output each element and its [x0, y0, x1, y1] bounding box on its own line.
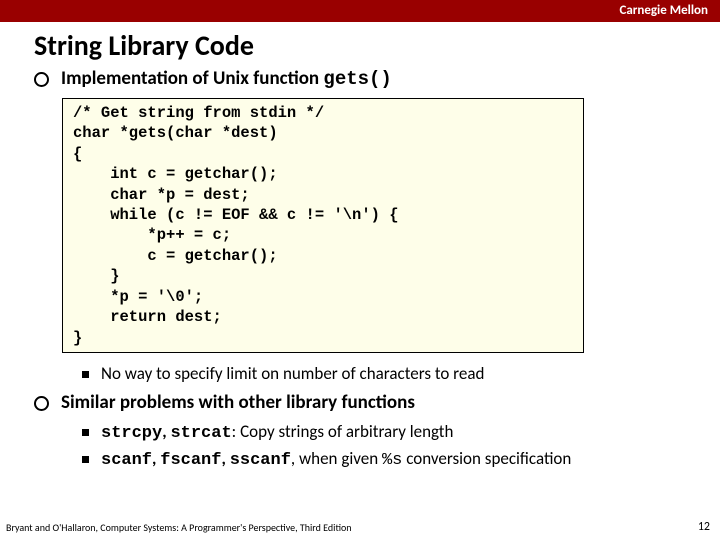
- sub-bullet-1: No way to specify limit on number of cha…: [82, 363, 698, 385]
- sub-bullet-1-text: No way to specify limit on number of cha…: [101, 363, 484, 385]
- sub-bullet-2: strcpy, strcat: Copy strings of arbitrar…: [82, 421, 698, 445]
- code-scanf: scanf: [101, 451, 152, 470]
- slide-content: Implementation of Unix function gets() /…: [0, 67, 720, 472]
- bullet-square-icon: [82, 429, 89, 436]
- code-fscanf: fscanf: [160, 451, 221, 470]
- code-sscanf: sscanf: [230, 451, 291, 470]
- bullet-square-icon: [82, 456, 89, 463]
- page-number: 12: [698, 520, 710, 534]
- brand-text: Carnegie Mellon: [619, 3, 708, 18]
- brand-bar: Carnegie Mellon: [0, 0, 720, 22]
- bullet-2: Similar problems with other library func…: [34, 391, 698, 415]
- sub-2-tail: : Copy strings of arbitrary length: [232, 421, 454, 442]
- sub-3-tail: conversion specification: [402, 448, 571, 469]
- bullet-circle-icon: [34, 72, 49, 87]
- bullet-1: Implementation of Unix function gets(): [34, 67, 698, 92]
- sub-bullet-3-text: scanf, fscanf, sscanf, when given %s con…: [101, 448, 571, 472]
- footer-citation: Bryant and O'Hallaron, Computer Systems:…: [6, 521, 352, 534]
- bullet-1-prefix: Implementation of Unix function: [61, 67, 323, 90]
- sub-bullet-2-text: strcpy, strcat: Copy strings of arbitrar…: [101, 421, 453, 445]
- code-strcat: strcat: [170, 424, 231, 443]
- bullet-1-text: Implementation of Unix function gets(): [61, 67, 392, 92]
- bullet-square-icon: [82, 371, 89, 378]
- slide-title: String Library Code: [0, 22, 720, 67]
- sub-bullet-3: scanf, fscanf, sscanf, when given %s con…: [82, 448, 698, 472]
- bullet-1-code: gets(): [323, 68, 391, 90]
- code-pcts: %s: [382, 451, 402, 470]
- code-block: /* Get string from stdin */ char *gets(c…: [62, 98, 584, 353]
- sub-3-mid: , when given: [291, 448, 382, 469]
- bullet-circle-icon: [34, 396, 49, 411]
- code-strcpy: strcpy: [101, 424, 162, 443]
- bullet-2-text: Similar problems with other library func…: [61, 391, 415, 415]
